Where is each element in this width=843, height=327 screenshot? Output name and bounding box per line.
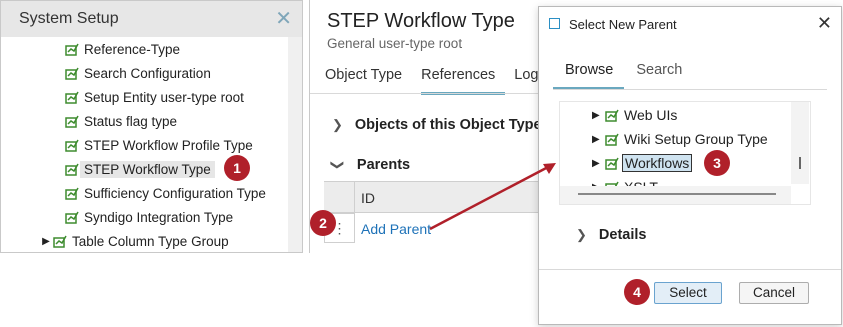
tree-item-step-workflow-profile-type[interactable]: STEP Workflow Profile Type	[53, 134, 253, 156]
column-header-id[interactable]: ID	[361, 190, 375, 206]
section-objects-of-type[interactable]: ❯ Objects of this Object Type	[332, 117, 542, 133]
dialog-footer-divider	[539, 269, 841, 270]
object-type-icon	[65, 67, 79, 80]
callout-badge: 1	[224, 155, 250, 181]
window-icon	[549, 18, 560, 29]
vertical-scrollbar[interactable]	[791, 102, 809, 184]
object-type-icon	[65, 211, 79, 224]
tabs-divider	[310, 93, 550, 94]
callout-badge: 4	[624, 279, 650, 305]
section-title: Parents	[356, 157, 411, 173]
tree-item-label: STEP Workflow Profile Type	[84, 137, 253, 153]
page-title: STEP Workflow Type	[327, 10, 515, 32]
tree-item-sufficiency-configuration-type[interactable]: Sufficiency Configuration Type	[53, 182, 266, 204]
object-type-icon	[53, 235, 67, 248]
close-icon[interactable]: ✕	[275, 9, 292, 29]
panel-title: System Setup	[19, 10, 119, 27]
callout-badge: 2	[310, 210, 336, 236]
tab-browse[interactable]: Browse	[553, 59, 625, 90]
tree-item-label: Status flag type	[84, 113, 178, 129]
details-section[interactable]: ❯ Details	[576, 227, 646, 243]
dialog-titlebar[interactable]: Select New Parent ✕	[539, 7, 841, 41]
tree-item-search-configuration[interactable]: Search Configuration	[53, 62, 211, 84]
parents-grid-header: ID	[324, 181, 550, 213]
horizontal-scrollbar[interactable]	[560, 186, 791, 204]
object-type-icon	[605, 109, 619, 122]
tree-item-label: Sufficiency Configuration Type	[84, 185, 266, 201]
tree-item-label: Setup Entity user-type root	[84, 89, 244, 105]
tree-item-workflows[interactable]: ▶ Workflows	[592, 152, 693, 174]
object-type-icon	[605, 157, 619, 170]
tree-item-setup-entity[interactable]: Setup Entity user-type root	[53, 86, 244, 108]
object-type-icon	[65, 139, 79, 152]
page-subtitle: General user-type root	[327, 36, 463, 51]
tab-object-type[interactable]: Object Type	[325, 63, 412, 92]
chevron-down-icon: ❯	[330, 159, 346, 171]
triangle-right-icon[interactable]: ▶	[592, 110, 602, 121]
tree-item-label: Syndigo Integration Type	[84, 209, 234, 225]
chevron-right-icon: ❯	[576, 227, 587, 242]
tree-item-label: STEP Workflow Type	[80, 160, 215, 178]
tree-item-label: Table Column Type Group	[72, 233, 229, 249]
tree-item-label: Wiki Setup Group Type	[624, 131, 768, 147]
select-button[interactable]: Select	[654, 282, 722, 304]
tree-item-label: Search Configuration	[84, 65, 211, 81]
tree-item-status-flag-type[interactable]: Status flag type	[53, 110, 177, 132]
section-title: Objects of this Object Type	[354, 117, 542, 133]
scrollbar-thumb[interactable]	[799, 157, 801, 169]
dialog-tabs: Browse Search	[553, 59, 693, 90]
object-type-icon	[65, 187, 79, 200]
section-parents[interactable]: ❯ Parents	[330, 157, 411, 173]
object-type-icon	[65, 115, 79, 128]
tree-item-syndigo-integration-type[interactable]: Syndigo Integration Type	[53, 206, 233, 228]
callout-badge: 3	[704, 150, 730, 176]
object-type-editor: STEP Workflow Type General user-type roo…	[309, 0, 550, 253]
tree-item-wiki-setup-group-type[interactable]: ▶ Wiki Setup Group Type	[592, 128, 768, 150]
add-parent-link[interactable]: Add Parent	[361, 221, 431, 237]
tree-item-label: Web UIs	[624, 107, 678, 123]
triangle-right-icon[interactable]: ▶	[592, 134, 602, 145]
browse-tree: ▶ Web UIs ▶ Wiki Setup Group Type ▶ Work…	[559, 101, 811, 205]
panel-header: System Setup ✕	[1, 1, 302, 37]
tree-scrollbar[interactable]	[288, 37, 302, 252]
editor-tabs: Object Type References Log	[325, 63, 557, 95]
dialog-tabs-divider	[553, 89, 827, 90]
triangle-right-icon[interactable]: ▶	[592, 158, 602, 169]
tree-item-step-workflow-type[interactable]: STEP Workflow Type	[53, 158, 215, 180]
tab-references[interactable]: References	[421, 63, 506, 95]
tree-item-table-column-type-group[interactable]: ▶ Table Column Type Group	[41, 230, 229, 252]
select-new-parent-dialog: Select New Parent ✕ Browse Search ▶ Web …	[538, 6, 842, 325]
close-icon[interactable]: ✕	[817, 13, 832, 34]
tree-item-web-uis[interactable]: ▶ Web UIs	[592, 104, 677, 126]
object-type-icon	[65, 91, 79, 104]
section-title: Details	[598, 227, 647, 243]
cancel-button[interactable]: Cancel	[739, 282, 809, 304]
object-type-icon	[605, 133, 619, 146]
dialog-title: Select New Parent	[569, 17, 677, 32]
scrollbar-thumb[interactable]	[578, 193, 776, 195]
object-type-icon	[65, 43, 79, 56]
tree-item-label: Workflows	[622, 154, 693, 172]
tree-item-label: Reference-Type	[84, 41, 181, 57]
chevron-right-icon: ❯	[332, 117, 343, 132]
triangle-right-icon[interactable]: ▶	[41, 236, 51, 247]
object-type-icon	[65, 163, 79, 176]
system-setup-panel: System Setup ✕ Reference-Type Search Con…	[0, 0, 303, 253]
tab-search[interactable]: Search	[624, 59, 693, 87]
tree-item-reference-type[interactable]: Reference-Type	[53, 38, 180, 60]
